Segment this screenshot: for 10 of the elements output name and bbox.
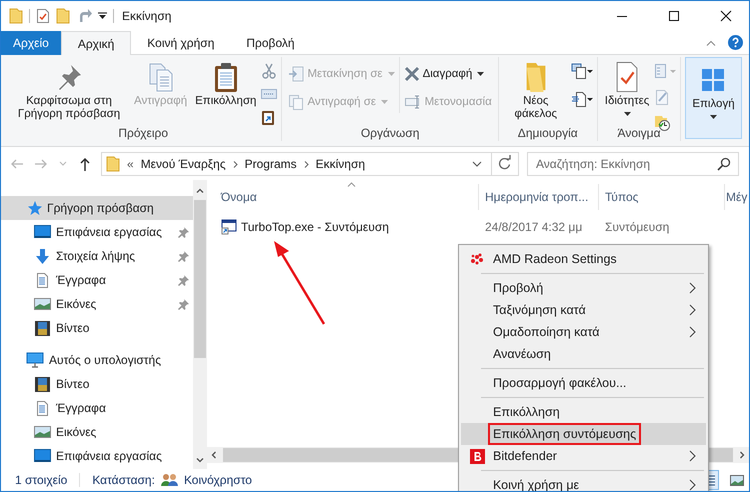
table-cell-text: 24/8/2017 4:32 μμ: [484, 220, 584, 234]
table-cell-text: Συντόμευση: [604, 220, 670, 234]
group-label: Οργάνωση: [360, 126, 420, 141]
group-label: Πρόχειρο: [118, 126, 168, 141]
state-value: Κοινόχρηστο: [184, 473, 252, 487]
group-label: Δημιουργία: [518, 126, 578, 141]
group-label: Άνοιγμα: [618, 126, 661, 141]
state-label: Κατάσταση:: [92, 473, 155, 487]
item-count: 1 στοιχείο: [15, 473, 68, 487]
window-title: Εκκίνηση: [122, 9, 172, 23]
